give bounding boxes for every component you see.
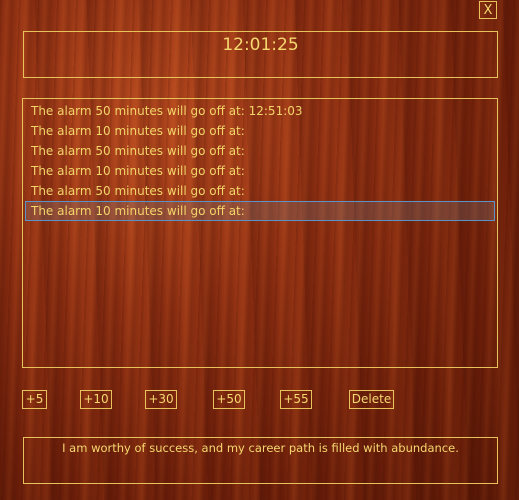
close-button[interactable]: X bbox=[479, 1, 497, 19]
alarm-list-item[interactable]: The alarm 50 minutes will go off at: bbox=[25, 181, 495, 201]
add-10-minutes-button[interactable]: +10 bbox=[80, 390, 112, 409]
add-55-minutes-button[interactable]: +55 bbox=[280, 390, 312, 409]
close-icon: X bbox=[483, 2, 493, 18]
current-time: 12:01:25 bbox=[222, 35, 299, 55]
clock-display: 12:01:25 bbox=[23, 31, 498, 78]
affirmation-text: I am worthy of success, and my career pa… bbox=[62, 441, 459, 455]
alarm-list-item-selected[interactable]: The alarm 10 minutes will go off at: bbox=[25, 201, 495, 221]
alarm-list-item[interactable]: The alarm 50 minutes will go off at: 12:… bbox=[25, 101, 495, 121]
alarm-list-item[interactable]: The alarm 10 minutes will go off at: bbox=[25, 121, 495, 141]
add-5-minutes-button[interactable]: +5 bbox=[22, 390, 47, 409]
affirmation-box: I am worthy of success, and my career pa… bbox=[23, 437, 498, 484]
alarm-list[interactable]: The alarm 50 minutes will go off at: 12:… bbox=[22, 98, 498, 368]
add-30-minutes-button[interactable]: +30 bbox=[145, 390, 177, 409]
add-50-minutes-button[interactable]: +50 bbox=[213, 390, 245, 409]
delete-button[interactable]: Delete bbox=[349, 390, 394, 409]
alarm-list-item[interactable]: The alarm 10 minutes will go off at: bbox=[25, 161, 495, 181]
alarm-list-item[interactable]: The alarm 50 minutes will go off at: bbox=[25, 141, 495, 161]
